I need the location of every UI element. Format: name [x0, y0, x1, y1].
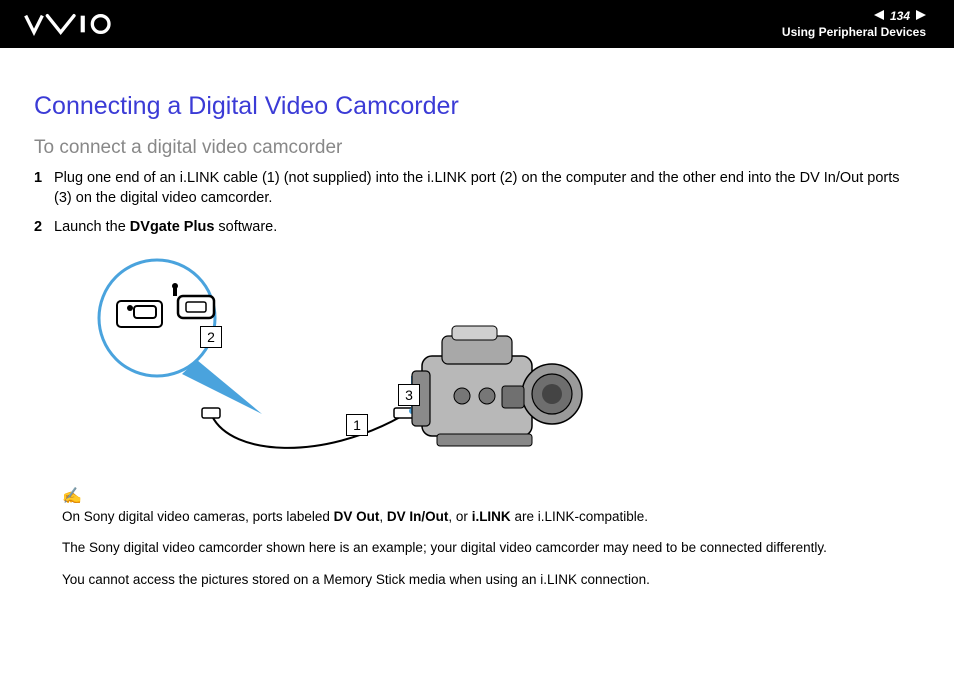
note-line-3: You cannot access the pictures stored on…	[62, 571, 920, 589]
port-label: DV Out	[334, 509, 380, 524]
step-text-prefix: Launch the	[54, 219, 130, 235]
page-content: Connecting a Digital Video Camcorder To …	[0, 48, 954, 588]
callout-3: 3	[398, 384, 420, 406]
note-text: ,	[379, 509, 387, 524]
note-icon: ✍	[62, 486, 920, 506]
page-number: 134	[890, 9, 910, 23]
note-text: , or	[448, 509, 471, 524]
note-line-1: On Sony digital video cameras, ports lab…	[62, 508, 920, 526]
page-subtitle: To connect a digital video camcorder	[34, 137, 920, 159]
page-title: Connecting a Digital Video Camcorder	[34, 92, 920, 121]
step-text-suffix: software.	[214, 219, 277, 235]
step-text: Launch the DVgate Plus software.	[54, 218, 920, 238]
callout-2: 2	[200, 326, 222, 348]
page-nav: 134	[874, 9, 926, 23]
note-line-2: The Sony digital video camcorder shown h…	[62, 539, 920, 557]
header-bar: 134 Using Peripheral Devices	[0, 0, 954, 48]
software-name: DVgate Plus	[130, 219, 215, 235]
port-label: i.LINK	[472, 509, 511, 524]
prev-page-arrow[interactable]	[874, 9, 886, 23]
camcorder-illustration: 2 1 3	[62, 256, 920, 474]
section-label: Using Peripheral Devices	[782, 25, 926, 39]
step-2: 2 Launch the DVgate Plus software.	[34, 218, 920, 238]
notes: ✍ On Sony digital video cameras, ports l…	[62, 486, 920, 589]
next-page-arrow[interactable]	[914, 9, 926, 23]
step-number: 2	[34, 218, 54, 238]
vaio-logo	[24, 12, 124, 36]
header-right: 134 Using Peripheral Devices	[782, 9, 926, 39]
callout-1: 1	[346, 414, 368, 436]
step-1: 1 Plug one end of an i.LINK cable (1) (n…	[34, 169, 920, 208]
note-text: are i.LINK-compatible.	[511, 509, 648, 524]
port-label: DV In/Out	[387, 509, 449, 524]
step-text: Plug one end of an i.LINK cable (1) (not…	[54, 169, 920, 208]
note-text: On Sony digital video cameras, ports lab…	[62, 509, 334, 524]
step-number: 1	[34, 169, 54, 208]
